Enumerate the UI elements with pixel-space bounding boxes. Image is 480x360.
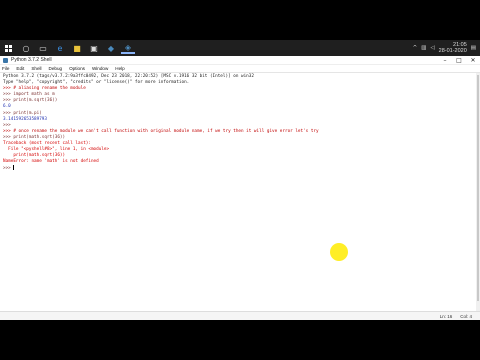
status-line: Ln: 16 [439, 313, 453, 319]
text-cursor [13, 165, 14, 171]
status-col: Col: 4 [460, 313, 472, 319]
mouse-cursor-highlight [330, 243, 348, 261]
menu-shell[interactable]: Shell [31, 66, 41, 71]
notification-icon[interactable]: ▤ [471, 45, 476, 51]
maximize-button[interactable]: □ [452, 56, 466, 64]
menu-options[interactable]: Options [69, 66, 85, 71]
system-tray: ^ ▥ ◁ 21:05 28-01-2020 ▤ [413, 42, 480, 54]
menu-file[interactable]: File [2, 66, 9, 71]
shell-text-area[interactable]: Python 3.7.2 (tags/v3.7.2:9a3ffc0492, De… [0, 73, 480, 312]
title-bar[interactable]: Python 3.7.2 Shell – □ ✕ [0, 56, 480, 65]
start-button[interactable] [0, 40, 16, 56]
python-icon[interactable]: ◆ [104, 42, 118, 54]
clock-date: 28-01-2020 [438, 48, 467, 54]
minimize-button[interactable]: – [438, 56, 452, 64]
scrollbar-thumb[interactable] [477, 75, 479, 301]
shell-line: >>> [3, 165, 14, 172]
task-view-icon[interactable]: ▭ [36, 42, 50, 54]
menu-help[interactable]: Help [115, 66, 124, 71]
python-app-icon [3, 57, 8, 63]
idle-shell-window: Python 3.7.2 Shell – □ ✕ File Edit Shell… [0, 56, 480, 320]
network-icon[interactable]: ▥ [421, 45, 426, 51]
taskbar: ○ ▭ e ■ ▣ ◆ ◈ ^ ▥ ◁ 21:05 28-01-2020 ▤ [0, 40, 480, 56]
idle-shell-taskbar-icon[interactable]: ◈ [121, 42, 135, 54]
chevron-up-icon[interactable]: ^ [413, 45, 418, 51]
menu-window[interactable]: Window [92, 66, 108, 71]
volume-icon[interactable]: ◁ [430, 45, 434, 51]
menu-bar: File Edit Shell Debug Options Window Hel… [0, 65, 480, 73]
close-button[interactable]: ✕ [466, 56, 480, 64]
vertical-scrollbar[interactable] [476, 73, 480, 312]
menu-edit[interactable]: Edit [16, 66, 24, 71]
file-explorer-icon[interactable]: ■ [70, 42, 84, 54]
store-icon[interactable]: ▣ [87, 42, 101, 54]
cortana-icon[interactable]: ○ [19, 42, 33, 54]
window-title: Python 3.7.2 Shell [11, 57, 52, 63]
clock[interactable]: 21:05 28-01-2020 [439, 42, 467, 54]
windows-logo-icon [4, 44, 12, 52]
menu-debug[interactable]: Debug [49, 66, 63, 71]
status-bar: Ln: 16 Col: 4 [0, 311, 480, 320]
edge-icon[interactable]: e [53, 42, 67, 54]
